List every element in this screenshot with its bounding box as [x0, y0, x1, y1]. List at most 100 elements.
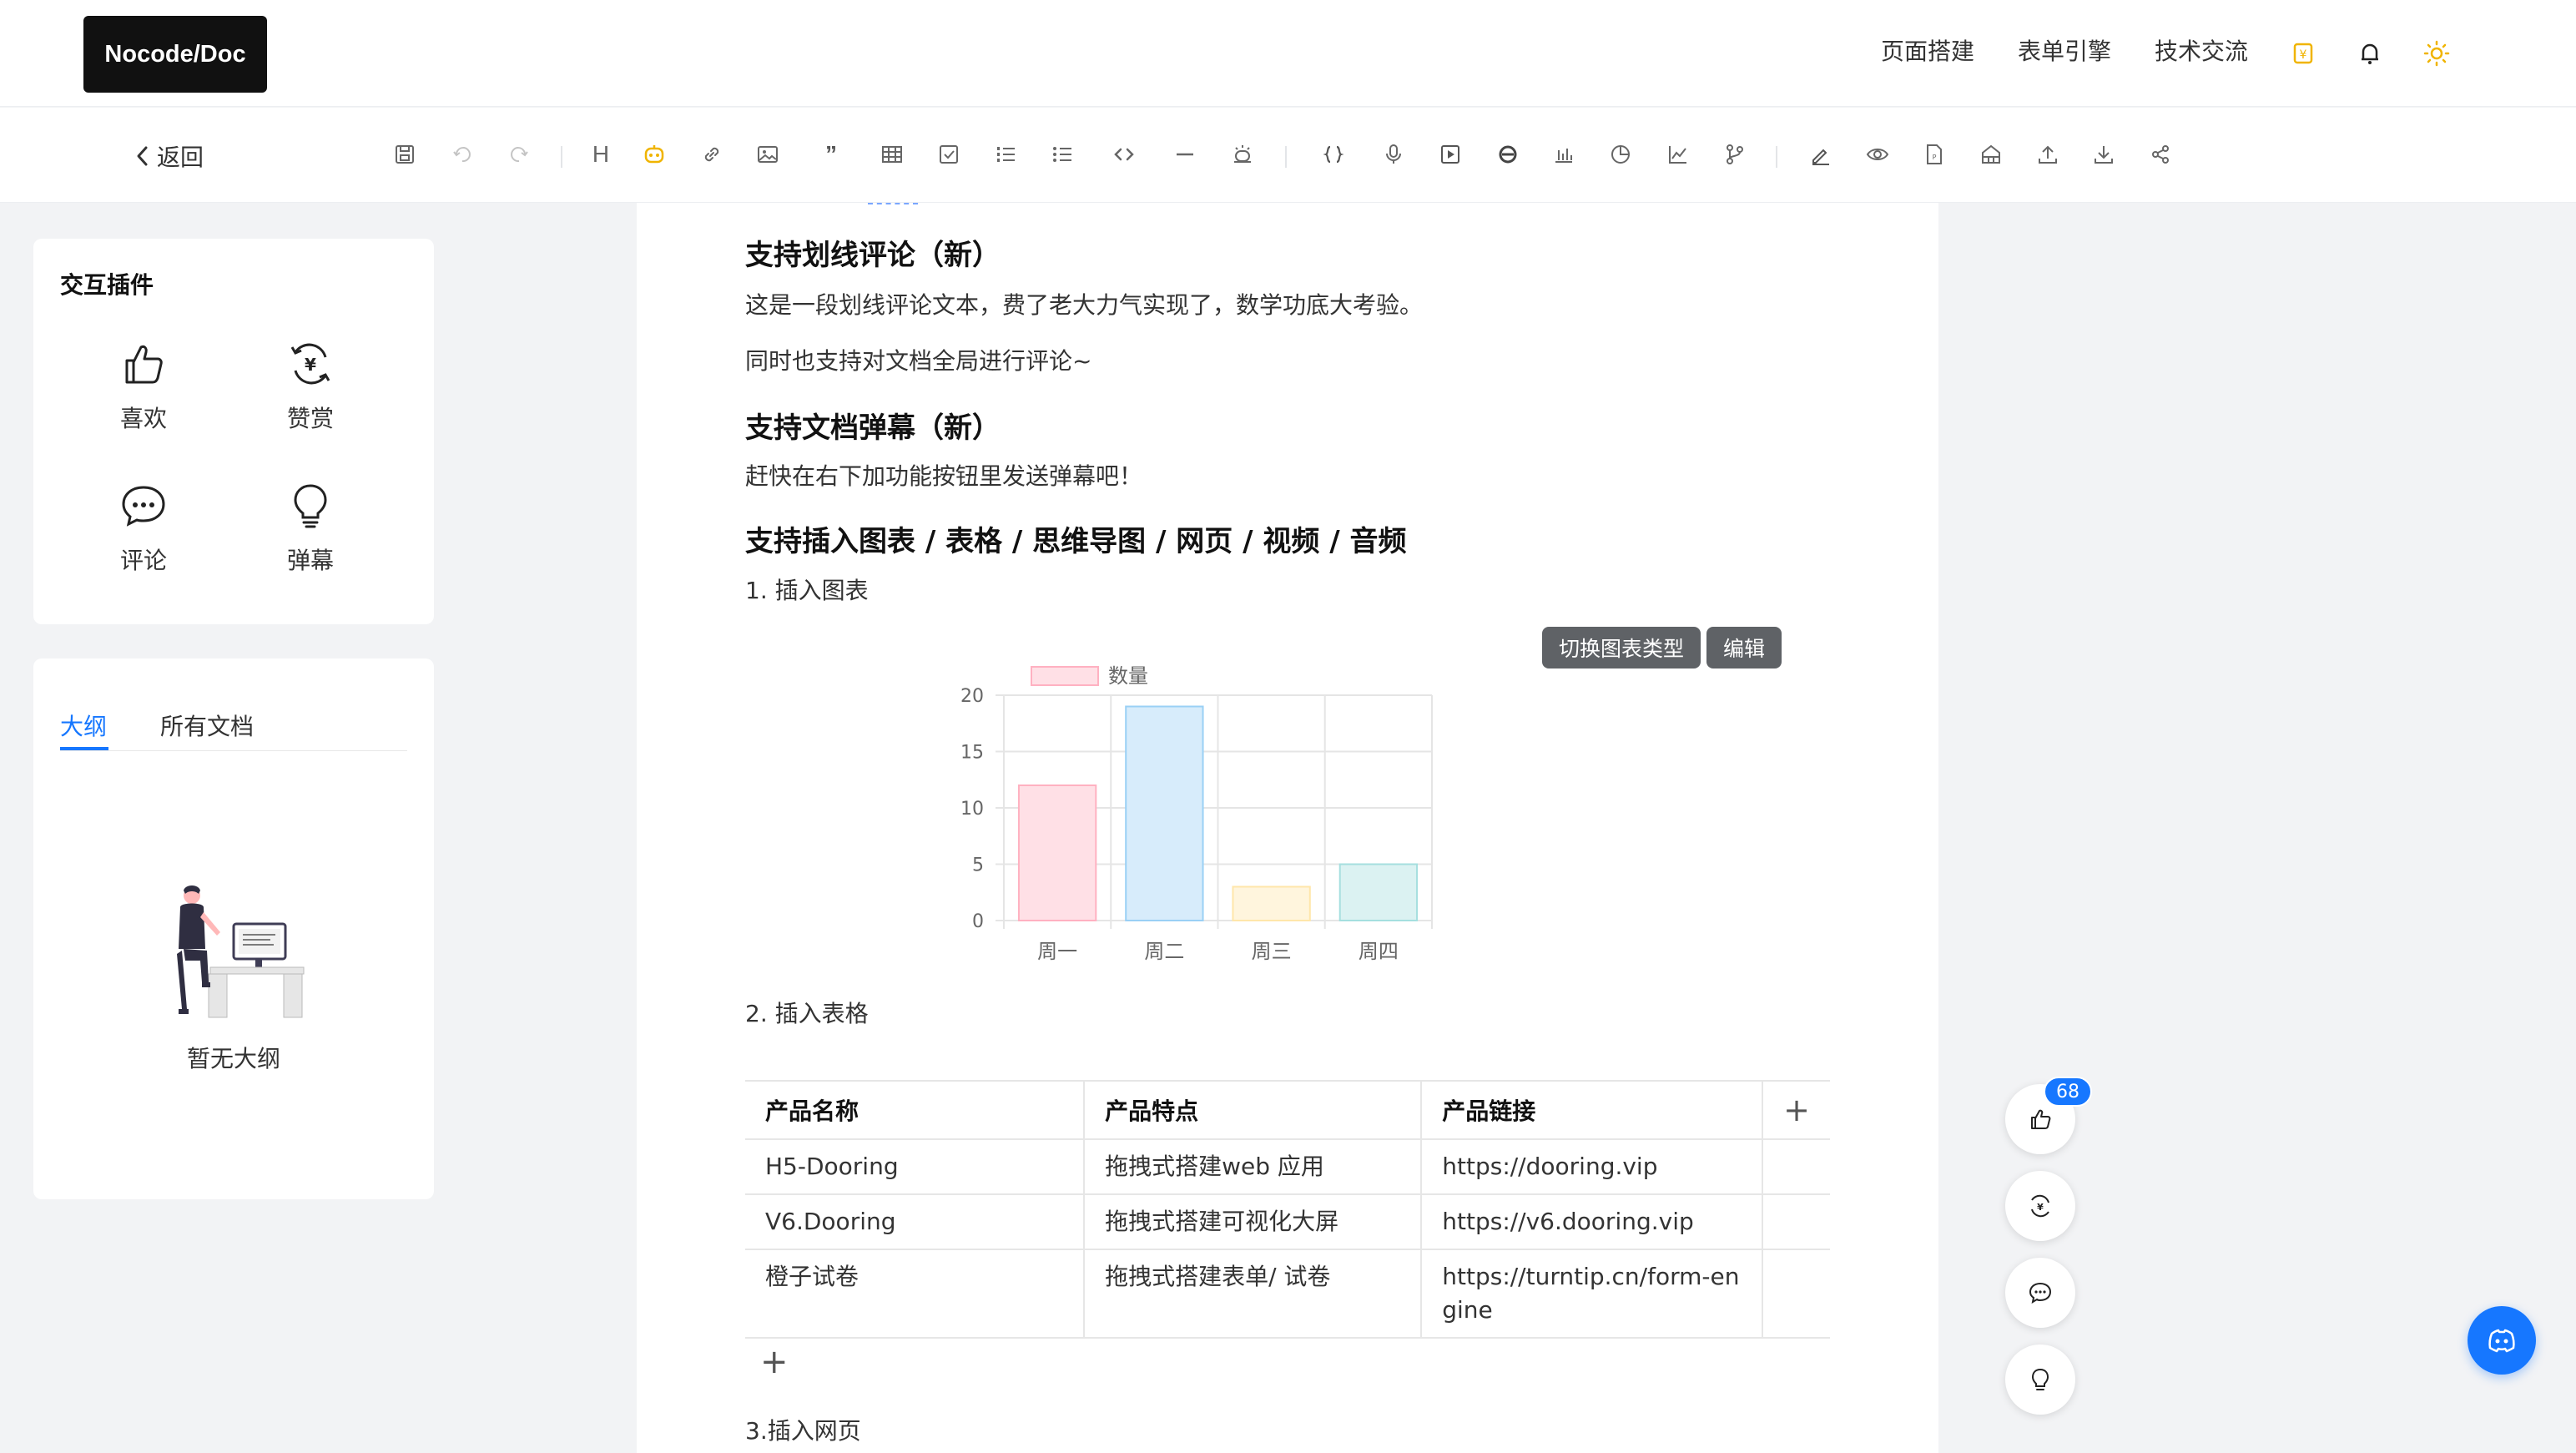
table-cell[interactable]: V6.Dooring — [745, 1194, 1086, 1250]
x-tick-label: 周四 — [1359, 940, 1399, 963]
add-row-button[interactable]: + — [760, 1343, 789, 1381]
alarm-icon[interactable] — [1228, 139, 1258, 169]
tab-outline[interactable]: 大纲 — [60, 709, 107, 742]
ordered-list-icon[interactable] — [991, 139, 1021, 169]
tab-all-documents[interactable]: 所有文档 — [160, 709, 254, 742]
sign-icon[interactable] — [1806, 139, 1836, 169]
table-cell[interactable] — [1762, 1139, 1830, 1195]
paragraph[interactable]: 同时也支持对文档全局进行评论~ — [745, 343, 1091, 376]
float-comment-button[interactable] — [2005, 1258, 2075, 1328]
nav-page-builder[interactable]: 页面搭建 — [1881, 33, 1974, 67]
image-icon[interactable] — [753, 139, 783, 169]
save-icon[interactable] — [390, 139, 420, 169]
ai-bot-icon[interactable] — [639, 139, 669, 169]
pie-chart-icon[interactable] — [1606, 139, 1636, 169]
table-cell[interactable]: https://turntip.cn/form-engine — [1421, 1249, 1764, 1339]
quote-icon[interactable]: ” — [816, 139, 846, 169]
table-cell[interactable] — [1762, 1194, 1830, 1250]
sun-icon[interactable] — [2420, 37, 2453, 70]
checkbox-icon[interactable] — [934, 139, 964, 169]
table-cell[interactable]: 拖拽式搭建可视化大屏 — [1084, 1194, 1423, 1250]
discord-button[interactable] — [2468, 1306, 2536, 1375]
share-icon[interactable] — [2145, 139, 2175, 169]
divider-icon[interactable] — [1170, 139, 1200, 169]
legend-swatch[interactable] — [1031, 666, 1099, 686]
header-cell[interactable]: 产品特点 — [1084, 1080, 1423, 1140]
redo-icon[interactable] — [504, 139, 534, 169]
logo[interactable]: Nocode/Doc — [83, 16, 267, 93]
legend-label: 数量 — [1108, 664, 1148, 688]
lightbulb-icon — [294, 484, 327, 528]
back-button[interactable]: 返回 — [134, 139, 204, 173]
svg-text:¥: ¥ — [2300, 48, 2307, 62]
table-cell[interactable]: 橙子试卷 — [745, 1249, 1086, 1339]
pdf-icon[interactable]: P — [1919, 139, 1949, 169]
nav-tech-exchange[interactable]: 技术交流 — [2155, 33, 2248, 67]
webpage-icon[interactable] — [1493, 139, 1523, 169]
thumbs-up-icon — [125, 345, 163, 384]
x-tick-label: 周一 — [1037, 940, 1077, 963]
add-column-button[interactable]: + — [1762, 1080, 1830, 1140]
bar[interactable] — [1232, 885, 1311, 921]
list-item-table: 2. 插入表格 — [745, 1000, 869, 1027]
plugin-danmaku[interactable]: 弹幕 — [252, 481, 369, 576]
nav-form-engine[interactable]: 表单引擎 — [2018, 33, 2111, 67]
float-tip-button[interactable]: ¥ — [2005, 1171, 2075, 1241]
bar-chart-icon[interactable] — [1549, 139, 1579, 169]
table-cell[interactable]: 拖拽式搭建web 应用 — [1084, 1139, 1423, 1195]
microphone-icon[interactable] — [1379, 139, 1409, 169]
back-label: 返回 — [157, 144, 204, 171]
line-chart-icon[interactable] — [1663, 139, 1693, 169]
active-tab-indicator — [60, 747, 108, 750]
house-icon[interactable] — [1976, 139, 2006, 169]
braces-icon[interactable] — [1318, 139, 1348, 169]
header-cell[interactable]: 产品名称 — [745, 1080, 1086, 1140]
y-tick-label: 15 — [960, 743, 984, 764]
edit-chart-button[interactable]: 编辑 — [1706, 627, 1782, 668]
undo-icon[interactable] — [447, 139, 477, 169]
plugin-comment[interactable]: 评论 — [85, 481, 202, 576]
y-tick-label: 10 — [960, 799, 984, 820]
float-danmaku-button[interactable] — [2005, 1345, 2075, 1415]
header-cell[interactable]: 产品链接 — [1421, 1080, 1764, 1140]
plugin-like[interactable]: 喜欢 — [85, 339, 202, 434]
y-tick-label: 0 — [972, 911, 984, 932]
bar[interactable] — [1017, 785, 1097, 921]
code-icon[interactable] — [1109, 139, 1139, 169]
table-cell[interactable]: https://dooring.vip — [1421, 1139, 1764, 1195]
bullet-list-icon[interactable] — [1047, 139, 1077, 169]
discord-icon — [2488, 1329, 2515, 1353]
plugin-tip[interactable]: ¥ 赞赏 — [252, 339, 369, 434]
link-icon[interactable] — [697, 139, 727, 169]
table-cell[interactable]: 拖拽式搭建表单/ 试卷 — [1084, 1249, 1423, 1339]
upload-icon[interactable] — [2033, 139, 2063, 169]
table-cell[interactable] — [1762, 1249, 1830, 1339]
yen-coin-icon: ¥ — [290, 343, 330, 385]
paragraph[interactable]: 赶快在右下加功能按钮里发送弹幕吧！ — [745, 458, 1142, 492]
heading-icon[interactable]: H — [586, 139, 616, 169]
bell-icon[interactable] — [2353, 37, 2387, 70]
like-count-badge: 68 — [2044, 1077, 2092, 1107]
svg-text:P: P — [1933, 154, 1937, 161]
branch-icon[interactable] — [1720, 139, 1750, 169]
paragraph[interactable]: 这是一段划线评论文本，费了老大力气实现了，数学功底大考验。 — [745, 287, 1423, 320]
table-cell[interactable]: H5-Dooring — [745, 1139, 1086, 1195]
toolbar-separator — [1285, 146, 1287, 168]
svg-text:¥: ¥ — [305, 355, 316, 375]
bar[interactable] — [1125, 705, 1204, 921]
preview-icon[interactable] — [1863, 139, 1893, 169]
bar[interactable] — [1338, 863, 1419, 921]
product-table[interactable]: 产品名称 产品特点 产品链接 + H5-Dooring 拖拽式搭建web 应用 … — [745, 1080, 1830, 1339]
table-row: 橙子试卷 拖拽式搭建表单/ 试卷 https://turntip.cn/form… — [745, 1249, 1830, 1339]
table-icon[interactable] — [877, 139, 907, 169]
video-icon[interactable] — [1435, 139, 1465, 169]
section-title-comment: 支持划线评论（新） — [745, 239, 1001, 272]
list-item-chart: 1. 插入图表 — [745, 577, 869, 604]
bar-chart[interactable]: 0 5 10 15 20 周一 周二 周三 周四 数量 — [945, 645, 1446, 996]
coin-icon[interactable]: ¥ — [2286, 37, 2320, 70]
switch-chart-type-button[interactable]: 切换图表类型 — [1542, 627, 1701, 668]
download-icon[interactable] — [2089, 139, 2119, 169]
thumbs-up-icon — [2031, 1109, 2051, 1129]
table-cell[interactable]: https://v6.dooring.vip — [1421, 1194, 1764, 1250]
editor-toolbar: 返回 H ” P — [0, 108, 2576, 203]
